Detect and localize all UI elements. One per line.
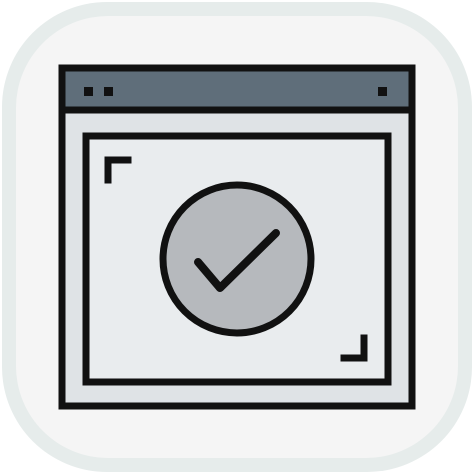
check-circle xyxy=(159,181,315,337)
window-dot-2 xyxy=(104,87,113,96)
window-dot-1 xyxy=(84,87,93,96)
app-icon xyxy=(0,0,474,474)
window-title-bar xyxy=(58,64,416,114)
browser-window-checkmark-icon xyxy=(2,2,472,472)
window-dot-3 xyxy=(378,87,387,96)
